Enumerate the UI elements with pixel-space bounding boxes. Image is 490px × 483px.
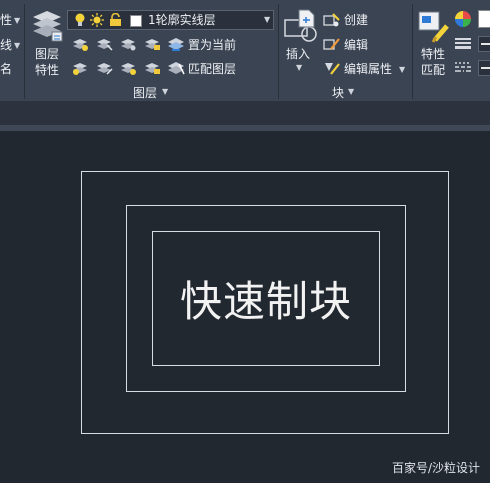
layer-tool-icon: [121, 63, 136, 75]
chevron-down-icon[interactable]: ▼: [14, 16, 20, 25]
current-layer-name: 1轮廓实线层: [148, 13, 216, 27]
edit-label[interactable]: 编辑: [344, 38, 368, 52]
left-panel-item-1[interactable]: 性: [0, 13, 12, 27]
line-sample: [481, 67, 490, 69]
color-swatch-icon: [130, 15, 142, 27]
edit-attributes-icon[interactable]: [323, 60, 341, 76]
chevron-down-icon[interactable]: ▼: [162, 87, 168, 96]
layer-tool-icon: [145, 63, 160, 74]
bulb-icon: [75, 13, 85, 26]
left-panel-item-3[interactable]: 名: [0, 62, 12, 76]
layer-tool-icon: [145, 39, 160, 50]
panel-divider: [24, 4, 25, 99]
layer-dropdown[interactable]: 1轮廓实线层 ▼: [67, 10, 274, 30]
panel-divider: [278, 4, 279, 99]
layer-tool-icon: [121, 39, 136, 51]
linetype-icon[interactable]: [454, 60, 472, 74]
lock-icon: [110, 13, 121, 26]
lineweight-dropdown[interactable]: [478, 36, 490, 52]
block-panel-title[interactable]: 块: [332, 84, 344, 101]
layer-tools-row-2[interactable]: [71, 60, 161, 76]
match-layer-icon[interactable]: [167, 60, 185, 76]
panel-divider: [412, 4, 413, 99]
set-current-icon[interactable]: [167, 36, 185, 52]
linetype-dropdown[interactable]: [478, 60, 490, 76]
layer-tool-icon: [97, 63, 113, 75]
watermark: 百家号/沙粒设计: [391, 461, 480, 475]
set-current-label[interactable]: 置为当前: [188, 38, 236, 52]
sun-icon: [90, 13, 104, 27]
ribbon-bottom-strip: [0, 101, 490, 125]
chevron-down-icon[interactable]: ▼: [14, 41, 20, 50]
match-properties-label-2: 匹配: [421, 63, 446, 77]
edit-attributes-label[interactable]: 编辑属性: [344, 62, 392, 76]
layer-tools-row-1[interactable]: [71, 36, 161, 52]
insert-block-icon: [284, 9, 317, 42]
lineweight-icon[interactable]: [454, 36, 472, 50]
layer-tool-icon: [97, 39, 113, 51]
chevron-down-icon[interactable]: ▼: [348, 87, 354, 96]
color-wheel-icon[interactable]: [454, 10, 472, 28]
block-text[interactable]: 快速制块: [152, 231, 380, 366]
layer-tool-icon: [73, 39, 88, 51]
match-layer-label[interactable]: 匹配图层: [188, 62, 236, 76]
layers-panel-title[interactable]: 图层: [133, 84, 157, 101]
chevron-down-icon: ▼: [296, 63, 303, 72]
layer-tool-icon: [73, 63, 87, 75]
match-properties-icon: [418, 11, 449, 43]
layer-properties-icon: [33, 11, 63, 42]
ribbon: 性 ▼ 线 ▼ 名 图层 特性 1轮廓实线层 ▼ 置为当前 匹配图层 图层 ▼ …: [0, 0, 490, 101]
line-sample: [481, 43, 490, 45]
layer-properties-label-2: 特性: [35, 63, 60, 77]
chevron-down-icon: ▼: [264, 15, 271, 24]
edit-block-icon[interactable]: [323, 36, 341, 52]
layer-properties-label-1: 图层: [35, 47, 60, 61]
color-dropdown[interactable]: [478, 10, 490, 28]
left-panel-item-2[interactable]: 线: [0, 38, 12, 52]
match-properties-label-1: 特性: [421, 47, 446, 61]
create-block-icon[interactable]: [323, 12, 341, 28]
insert-label: 插入: [286, 47, 311, 61]
chevron-down-icon[interactable]: ▼: [399, 65, 405, 74]
create-label[interactable]: 创建: [344, 13, 368, 27]
